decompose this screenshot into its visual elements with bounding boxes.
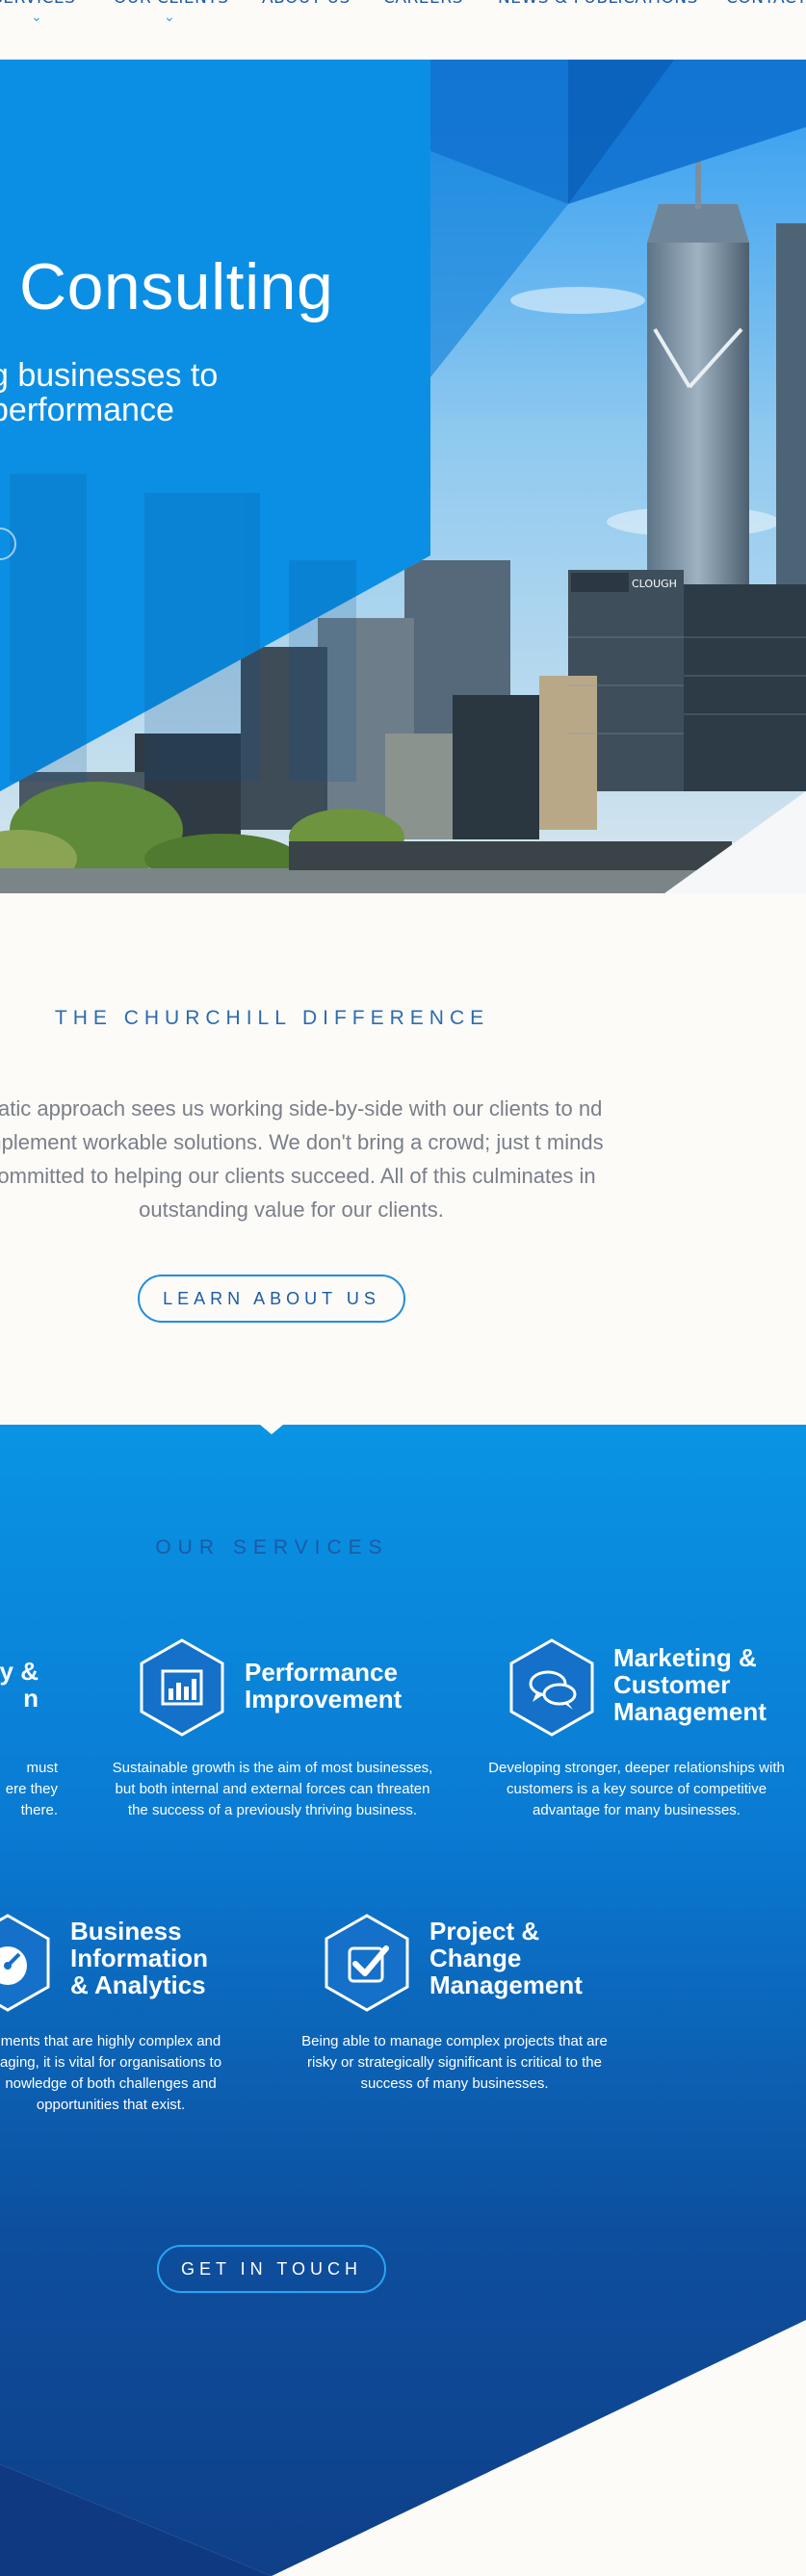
service-title-strategy: y & n	[0, 1657, 39, 1713]
hero-title: Consulting	[19, 250, 334, 323]
service-desc-strategy: must ere they there.	[5, 1760, 58, 1818]
service-title-project-change[interactable]: Project & Change Management	[429, 1918, 583, 1998]
nav-item-our-clients[interactable]: OUR CLIENTS	[114, 0, 229, 8]
learn-about-us-button[interactable]: LEARN ABOUT US	[138, 1275, 405, 1323]
service-desc-marketing: Developing stronger, deeper relationship…	[488, 1760, 785, 1818]
service-title-performance[interactable]: Performance Improvement	[245, 1659, 402, 1713]
hero-subtitle: g businesses to performance	[0, 358, 218, 427]
building-sign: CLOUGH	[632, 578, 677, 590]
service-desc-project-change: Being able to manage complex projects th…	[301, 2033, 608, 2092]
hero-city-illustration: CLOUGH	[0, 60, 806, 893]
chevron-down-icon[interactable]: ⌄	[31, 10, 42, 25]
service-title-marketing[interactable]: Marketing & Customer Management	[613, 1644, 767, 1725]
speech-bubbles-icon[interactable]	[507, 1638, 596, 1737]
nav-item-services[interactable]: SERVICES	[0, 0, 75, 8]
dashboard-gauge-icon[interactable]	[0, 1914, 52, 2012]
section-title: THE CHURCHILL DIFFERENCE	[54, 1007, 490, 1029]
difference-body: matic approach sees us working side-by-s…	[0, 1096, 604, 1222]
our-services-section: OUR SERVICES y & n must ere they there. …	[0, 1425, 806, 2576]
hero-banner: CLOUGH Consulting g businesses to perfor…	[0, 60, 806, 893]
hero-subtitle-line-2: performance	[0, 392, 174, 428]
nav-item-news-publications[interactable]: NEWS & PUBLICATIONS	[498, 0, 698, 8]
churchill-difference-section: THE CHURCHILL DIFFERENCE matic approach …	[0, 893, 806, 1425]
bar-chart-icon[interactable]	[138, 1638, 226, 1737]
service-desc-business-information: ments that are highly complex and aging,…	[0, 2033, 222, 2113]
nav-item-contact[interactable]: CONTACT	[726, 0, 806, 8]
hero-subtitle-line-1: g businesses to	[0, 357, 219, 394]
chevron-down-icon[interactable]: ⌄	[164, 10, 175, 25]
service-title-business-information[interactable]: Business Information & Analytics	[70, 1918, 208, 1998]
nav-item-about-us[interactable]: ABOUT US	[262, 0, 351, 8]
top-navigation: SERVICES ⌄ OUR CLIENTS ⌄ ABOUT US CAREER…	[0, 0, 806, 60]
service-desc-performance: Sustainable growth is the aim of most bu…	[112, 1760, 433, 1818]
services-title: OUR SERVICES	[155, 1536, 389, 1558]
checkbox-icon[interactable]	[323, 1914, 411, 2012]
nav-item-careers[interactable]: CAREERS	[383, 0, 463, 8]
get-in-touch-button[interactable]: GET IN TOUCH	[157, 2245, 386, 2293]
